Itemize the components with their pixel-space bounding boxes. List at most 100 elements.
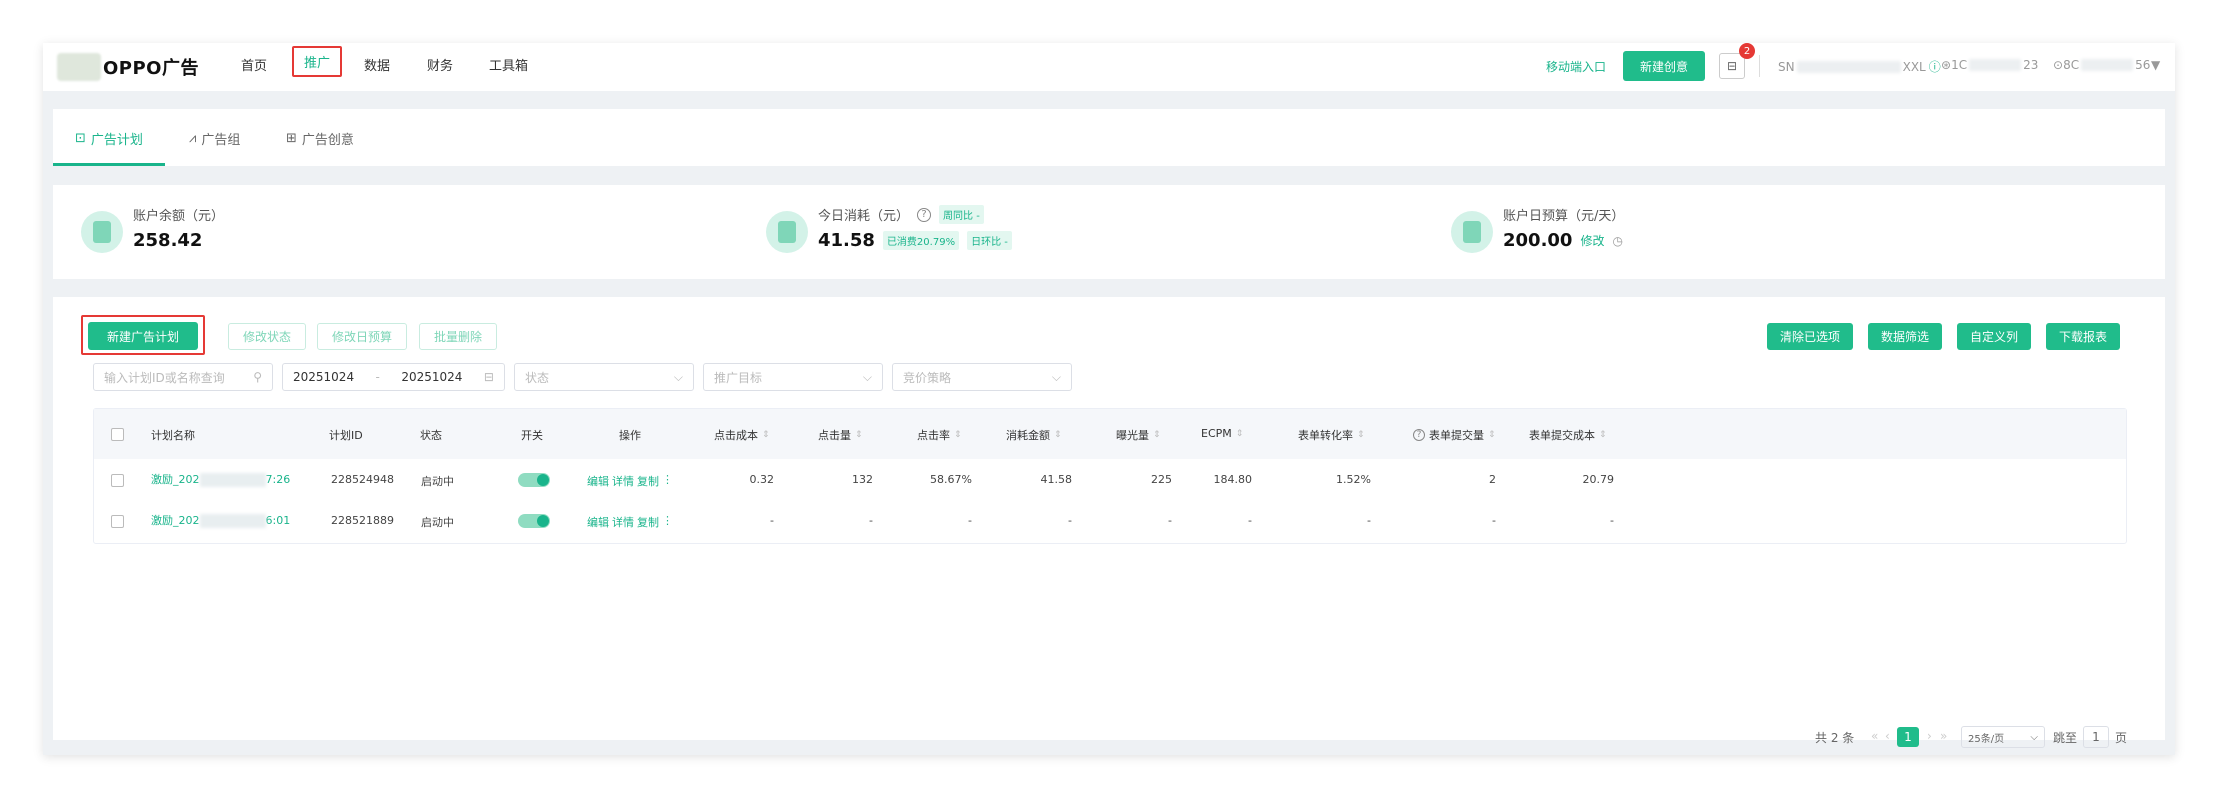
account-id-1: ⊛ 1C 23: [1941, 58, 2039, 72]
sort-icon: ⇕: [1488, 430, 1496, 440]
edit-link[interactable]: 编辑: [587, 514, 609, 530]
today-label: 今日消耗（元）: [818, 209, 910, 224]
plan-name-link[interactable]: 激励_202 7:26: [151, 471, 290, 487]
col-form-cost[interactable]: 表单提交成本 ⇕: [1529, 427, 1607, 443]
cell-form-cost: -: [1610, 514, 1614, 527]
sort-icon: ⇕: [1153, 430, 1161, 440]
col-clicks[interactable]: 点击量 ⇕: [818, 427, 863, 443]
nav-toolbox[interactable]: 工具箱: [489, 55, 528, 74]
nav-data[interactable]: 数据: [364, 55, 390, 74]
col-form-count[interactable]: ? 表单提交量 ⇕: [1413, 427, 1496, 443]
plan-switch[interactable]: [518, 473, 550, 487]
stat-today: 今日消耗（元） ? 周同比 - 41.58 已消费20.79% 日环比 -: [766, 205, 1012, 253]
status-select[interactable]: 状态 ⌵: [514, 363, 694, 391]
nav-home[interactable]: 首页: [241, 55, 267, 74]
cell-impressions: -: [1168, 514, 1172, 527]
app-window: OPPO广告 首页 推广 数据 财务 工具箱 移动端入口 新建创意 ⊟ 2 SN…: [43, 43, 2175, 755]
copy-link[interactable]: 复制: [637, 514, 659, 530]
row-checkbox[interactable]: [111, 515, 124, 528]
tab-ad-creative[interactable]: ⊞ 广告创意: [286, 129, 354, 148]
bid-strategy-select[interactable]: 竞价策略 ⌵: [892, 363, 1072, 391]
plan-panel: 新建广告计划 修改状态 修改日预算 批量删除 清除已选项 数据筛选 自定义列 下…: [53, 297, 2165, 748]
divider: [1759, 55, 1760, 77]
page-1[interactable]: 1: [1897, 727, 1919, 747]
spent-percent-tag: 已消费20.79%: [882, 231, 960, 250]
more-icon[interactable]: ⋮: [662, 473, 673, 489]
new-plan-button[interactable]: 新建广告计划: [88, 322, 198, 350]
col-plan-id: 计划ID: [329, 429, 363, 442]
row-checkbox[interactable]: [111, 474, 124, 487]
next-page-icon[interactable]: ›: [1927, 729, 1932, 743]
custom-columns-button[interactable]: 自定义列: [1957, 323, 2032, 350]
edit-status-button[interactable]: 修改状态: [228, 323, 307, 350]
jump-input[interactable]: 1: [2083, 726, 2109, 748]
chevron-down-icon: ⌵: [862, 369, 872, 384]
nav-promotion[interactable]: 推广: [292, 46, 343, 77]
cell-ctr: -: [968, 514, 972, 527]
mobile-entry-link[interactable]: 移动端入口: [1546, 58, 1606, 75]
new-creative-button[interactable]: 新建创意: [1623, 51, 1705, 81]
last-page-icon[interactable]: »: [1940, 729, 1947, 743]
wallet-icon: [81, 211, 123, 253]
cell-cost: -: [1068, 514, 1072, 527]
pagination: 1: [1897, 727, 1919, 747]
nav-finance[interactable]: 财务: [427, 55, 453, 74]
logo[interactable]: OPPO广告: [57, 53, 199, 81]
clock-icon[interactable]: ◷: [1612, 234, 1622, 248]
plan-name-link[interactable]: 激励_202 6:01: [151, 512, 290, 528]
cell-cost: 41.58: [1040, 473, 1073, 486]
detail-link[interactable]: 详情: [612, 473, 634, 489]
plan-switch[interactable]: [518, 514, 550, 528]
col-impressions[interactable]: 曝光量 ⇕: [1116, 427, 1161, 443]
calendar-icon: ⊡: [75, 131, 86, 146]
edit-budget-link[interactable]: 修改: [1580, 232, 1604, 249]
jump-label: 跳至: [2053, 731, 2078, 745]
edit-budget-button[interactable]: 修改日预算: [317, 323, 408, 350]
col-ecpm[interactable]: ECPM ⇕: [1201, 427, 1243, 440]
col-status: 状态: [420, 429, 442, 442]
budget-label: 账户日预算（元/天）: [1503, 209, 1625, 224]
cell-clicks: 132: [852, 473, 873, 486]
col-switch: 开关: [521, 429, 543, 442]
account-name[interactable]: SN XXL ⓘ: [1778, 58, 1941, 75]
col-actions: 操作: [619, 429, 641, 442]
col-cost[interactable]: 消耗金额 ⇕: [1006, 427, 1062, 443]
row-actions: 编辑 详情 复制 ⋮: [587, 514, 673, 530]
cell-form-count: -: [1492, 514, 1496, 527]
first-page-icon[interactable]: «: [1871, 729, 1878, 743]
sort-icon: ⇕: [855, 430, 863, 440]
download-report-button[interactable]: 下载报表: [2046, 323, 2121, 350]
cell-clicks: -: [869, 514, 873, 527]
col-form-rate[interactable]: 表单转化率 ⇕: [1298, 427, 1365, 443]
edit-link[interactable]: 编辑: [587, 473, 609, 489]
sort-icon: ⇕: [1599, 430, 1607, 440]
page-size-select[interactable]: 25条/页 ⌵: [1961, 726, 2045, 748]
date-range-picker[interactable]: 20251024 - 20251024 ⊟: [282, 363, 505, 391]
plan-id: 228524948: [331, 473, 394, 486]
sort-icon: ⇕: [762, 430, 770, 440]
plan-status: 启动中: [421, 516, 454, 529]
batch-delete-button[interactable]: 批量删除: [419, 323, 498, 350]
tab-ad-plan[interactable]: ⊡ 广告计划: [75, 129, 143, 148]
logo-mark: [57, 53, 101, 81]
chevron-down-icon[interactable]: ▼: [2151, 58, 2160, 72]
copy-link[interactable]: 复制: [637, 473, 659, 489]
search-icon: ⚲: [253, 370, 262, 384]
data-filter-button[interactable]: 数据筛选: [1868, 323, 1943, 350]
detail-link[interactable]: 详情: [612, 514, 634, 530]
table-header: 计划名称 计划ID 状态 开关 操作 点击成本 ⇕ 点击量 ⇕ 点击率 ⇕ 消耗金额 ⇕…: [94, 409, 2126, 459]
target-select[interactable]: 推广目标 ⌵: [703, 363, 883, 391]
select-all-checkbox[interactable]: [111, 428, 124, 441]
tab-ad-group[interactable]: ⩘ 广告组: [189, 129, 240, 148]
prev-page-icon[interactable]: ‹: [1885, 729, 1890, 743]
more-icon[interactable]: ⋮: [662, 514, 673, 530]
cell-form-count: 2: [1489, 473, 1496, 486]
plan-table: 计划名称 计划ID 状态 开关 操作 点击成本 ⇕ 点击量 ⇕ 点击率 ⇕ 消耗金额 ⇕…: [93, 408, 2127, 544]
help-icon[interactable]: ?: [917, 207, 932, 222]
clear-selection-button[interactable]: 清除已选项: [1767, 323, 1854, 350]
cell-ecpm: 184.80: [1213, 473, 1253, 486]
search-input[interactable]: 输入计划ID或名称查询 ⚲: [93, 363, 273, 391]
col-ctr[interactable]: 点击率 ⇕: [917, 427, 962, 443]
col-cpc[interactable]: 点击成本 ⇕: [714, 427, 770, 443]
sort-icon: ⇕: [954, 430, 962, 440]
